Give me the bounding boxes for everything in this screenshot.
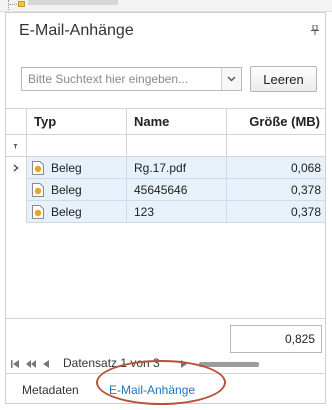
panel-title: E-Mail-Anhänge bbox=[19, 22, 134, 39]
highlight-annotation bbox=[96, 360, 226, 405]
previous-page-button[interactable] bbox=[25, 359, 37, 369]
cell-typ: Beleg bbox=[27, 201, 127, 223]
email-attachments-panel: E-Mail-Anhänge Leeren Typ Name Größe (MB… bbox=[5, 12, 326, 405]
tab-bar: Metadaten E-Mail-Anhänge bbox=[6, 360, 325, 405]
cell-typ-text: Beleg bbox=[51, 182, 82, 197]
table-row[interactable]: Beleg Rg.17.pdf 0,068 bbox=[6, 157, 325, 179]
previous-record-icon bbox=[43, 360, 49, 368]
background-tree-strip bbox=[0, 0, 332, 12]
grid-footer: 0,825 bbox=[6, 318, 325, 356]
column-header-typ[interactable]: Typ bbox=[27, 109, 127, 135]
row-indicator bbox=[6, 179, 27, 201]
first-record-icon bbox=[11, 360, 19, 368]
row-pointer-icon bbox=[13, 164, 19, 172]
tab-metadaten[interactable]: Metadaten bbox=[22, 383, 79, 397]
filter-row-indicator bbox=[6, 135, 27, 157]
table-row[interactable]: Beleg 45645646 0,378 bbox=[6, 179, 325, 201]
table-row[interactable]: Beleg 123 0,378 bbox=[6, 201, 325, 223]
filter-cell-typ[interactable] bbox=[27, 135, 127, 157]
cell-name: Rg.17.pdf bbox=[127, 157, 227, 179]
search-input[interactable] bbox=[26, 71, 216, 87]
previous-page-icon bbox=[26, 360, 36, 368]
filter-cell-size[interactable] bbox=[227, 135, 325, 157]
cell-typ-text: Beleg bbox=[51, 204, 82, 219]
size-total: 0,825 bbox=[230, 325, 322, 353]
filter-cell-name[interactable] bbox=[127, 135, 227, 157]
previous-record-button[interactable] bbox=[40, 359, 52, 369]
row-indicator bbox=[6, 157, 27, 179]
tree-line bbox=[8, 0, 9, 10]
first-record-button[interactable] bbox=[10, 359, 22, 369]
search-dropdown-button[interactable] bbox=[221, 68, 241, 90]
cell-size: 0,068 bbox=[227, 157, 325, 179]
search-combobox[interactable] bbox=[21, 67, 242, 91]
cell-size: 0,378 bbox=[227, 201, 325, 223]
clear-button[interactable]: Leeren bbox=[250, 66, 317, 92]
document-icon bbox=[32, 182, 44, 197]
filter-icon bbox=[13, 144, 18, 149]
folder-icon bbox=[18, 1, 25, 7]
row-indicator bbox=[6, 201, 27, 223]
tree-item-label bbox=[28, 0, 118, 5]
attachments-grid: Typ Name Größe (MB) Beleg Rg.17.pdf 0,06… bbox=[6, 108, 325, 318]
chevron-down-icon bbox=[227, 76, 236, 82]
cell-typ: Beleg bbox=[27, 179, 127, 201]
document-icon bbox=[32, 204, 44, 219]
pin-icon[interactable] bbox=[311, 25, 319, 35]
cell-name: 123 bbox=[127, 201, 227, 223]
tree-line bbox=[9, 4, 17, 5]
cell-typ: Beleg bbox=[27, 157, 127, 179]
document-icon bbox=[32, 160, 44, 175]
cell-typ-text: Beleg bbox=[51, 160, 82, 175]
row-indicator-header bbox=[6, 109, 27, 135]
column-header-name[interactable]: Name bbox=[127, 109, 227, 135]
cell-name: 45645646 bbox=[127, 179, 227, 201]
cell-size: 0,378 bbox=[227, 179, 325, 201]
column-header-size[interactable]: Größe (MB) bbox=[227, 109, 325, 135]
